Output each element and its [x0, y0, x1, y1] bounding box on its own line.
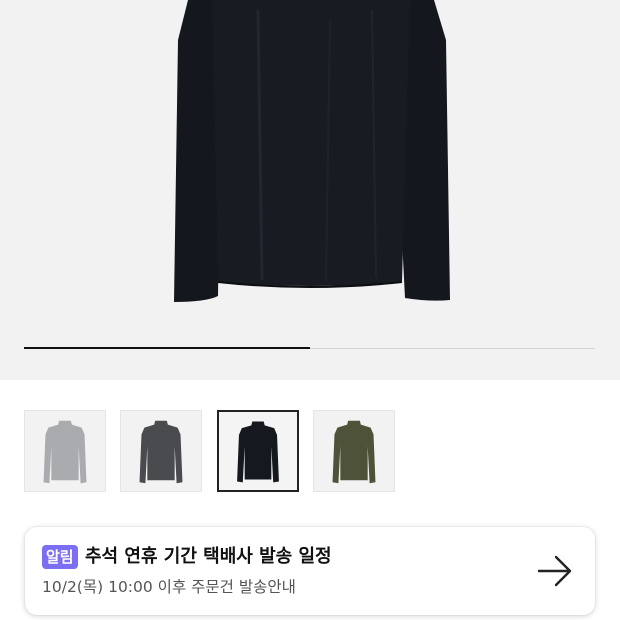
thumbnail-charcoal[interactable] — [120, 410, 202, 492]
color-thumbnail-list — [0, 410, 620, 496]
arrow-right-icon[interactable] — [535, 553, 575, 589]
olive-turtleneck-icon — [332, 420, 376, 484]
thumbnail-black[interactable] — [217, 410, 299, 492]
notice-card[interactable]: 알림 추석 연휴 기간 택배사 발송 일정 10/2(목) 10:00 이후 주… — [25, 527, 595, 615]
gallery-progress-fill — [24, 347, 310, 349]
thumbnail-gray[interactable] — [24, 410, 106, 492]
thumbnail-olive[interactable] — [313, 410, 395, 492]
black-turtleneck-icon — [174, 0, 450, 302]
gray-turtleneck-icon — [43, 420, 87, 484]
gallery-progress-bar — [24, 347, 595, 349]
notice-title: 추석 연휴 기간 택배사 발송 일정 — [85, 546, 332, 567]
charcoal-turtleneck-icon — [139, 420, 183, 484]
notice-subtitle: 10/2(목) 10:00 이후 주문건 발송안내 — [42, 578, 296, 596]
black-turtleneck-icon — [237, 421, 279, 483]
notice-badge: 알림 — [42, 545, 78, 569]
product-image-gallery[interactable] — [0, 0, 620, 380]
